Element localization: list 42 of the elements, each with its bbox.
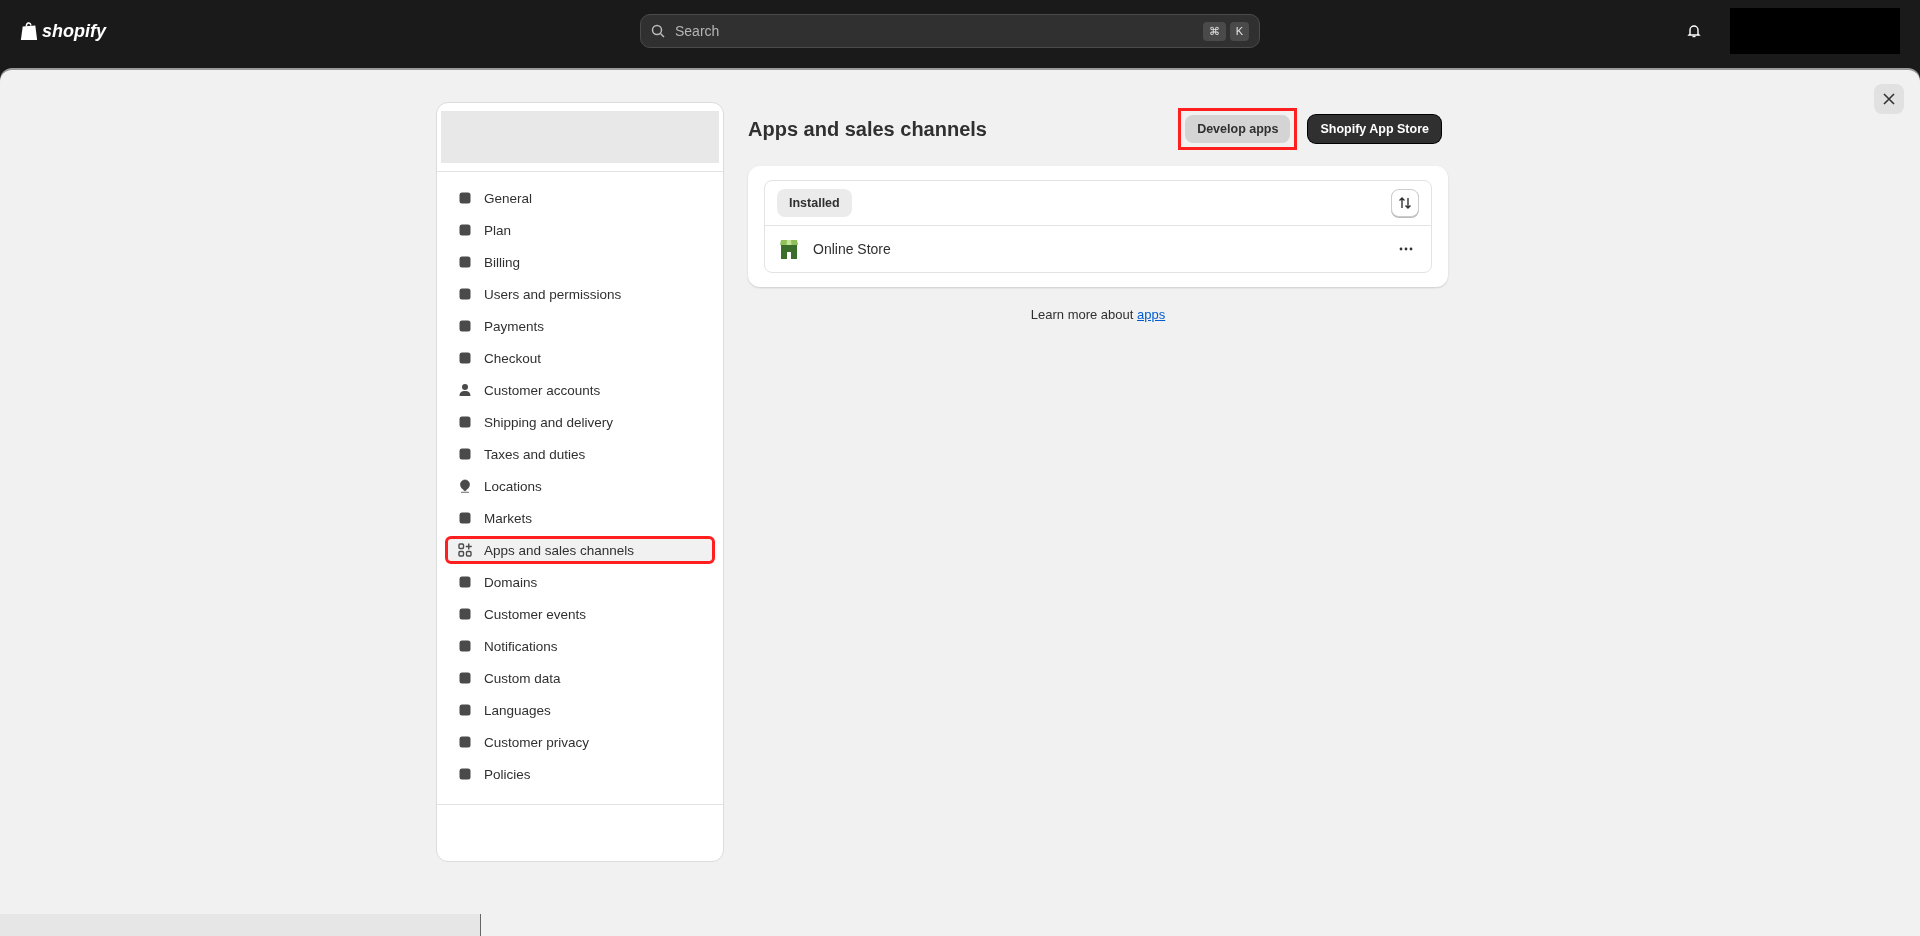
sidebar-item[interactable]: Payments — [445, 312, 715, 340]
sidebar-item[interactable]: Customer events — [445, 600, 715, 628]
location-pin-icon — [458, 479, 472, 493]
sidebar-item[interactable]: Domains — [445, 568, 715, 596]
sidebar-item[interactable]: Policies — [445, 760, 715, 788]
apps-link[interactable]: apps — [1137, 307, 1166, 322]
app-name[interactable]: Online Store — [813, 241, 1381, 257]
sidebar-item[interactable]: Notifications — [445, 632, 715, 660]
sidebar-item[interactable]: Users and permissions — [445, 280, 715, 308]
sidebar-item[interactable]: Locations — [445, 472, 715, 500]
apps-grid-icon — [458, 543, 472, 557]
close-icon — [1883, 93, 1895, 105]
sidebar-item[interactable]: Customer accounts — [445, 376, 715, 404]
sidebar-item[interactable]: Shipping and delivery — [445, 408, 715, 436]
shortcut-key: K — [1229, 21, 1249, 41]
shopping-bag-icon — [20, 21, 38, 41]
sidebar-item[interactable]: Taxes and duties — [445, 440, 715, 468]
sidebar-item[interactable]: Custom data — [445, 664, 715, 692]
page-title: Apps and sales channels — [748, 117, 987, 141]
action-button[interactable]: Shopify App Store — [1308, 115, 1441, 143]
shortcut-key: ⌘ — [1202, 21, 1226, 41]
help-text: Learn more about — [1030, 307, 1135, 322]
sidebar-item[interactable]: Billing — [445, 248, 715, 276]
logo-text[interactable]: shopify — [42, 20, 106, 42]
more-icon — [1399, 247, 1413, 251]
search-field[interactable]: Search — [673, 22, 1195, 40]
sidebar-item[interactable]: Plan — [445, 216, 715, 244]
sidebar-item[interactable]: Languages — [445, 696, 715, 724]
filter-tab[interactable]: Installed — [777, 189, 852, 217]
sidebar-item[interactable]: Apps and sales channels — [445, 536, 715, 564]
person-icon — [458, 383, 472, 397]
sidebar-item[interactable]: General — [445, 184, 715, 212]
sidebar-item[interactable]: Customer privacy — [445, 728, 715, 756]
sidebar-item[interactable]: Checkout — [445, 344, 715, 372]
close-button[interactable] — [1874, 84, 1904, 114]
sidebar-item[interactable]: Markets — [445, 504, 715, 532]
action-button[interactable]: Develop apps — [1185, 115, 1291, 143]
search-icon — [651, 24, 665, 38]
search-bar[interactable]: Search ⌘ K — [640, 14, 1260, 48]
storefront-icon — [779, 238, 799, 260]
sort-icon — [1398, 196, 1412, 210]
sort-button[interactable] — [1391, 189, 1419, 217]
